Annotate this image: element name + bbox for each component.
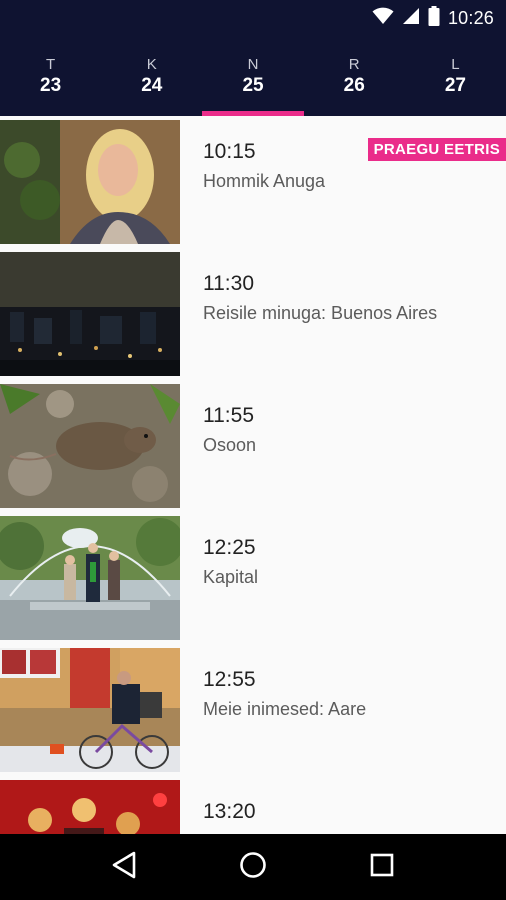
program-title: Hommik Anuga: [203, 171, 326, 191]
status-bar: 10:26: [0, 0, 506, 36]
wifi-icon: [372, 7, 394, 30]
program-title: Meie inimesed: Aare: [203, 699, 367, 719]
tab-day-weekday: R: [348, 56, 360, 73]
status-time: 10:26: [447, 7, 494, 28]
tab-day-weekday: K: [146, 56, 157, 73]
tab-day-27[interactable]: L 27: [405, 36, 506, 116]
schedule-item[interactable]: 12:25 Kapital: [0, 512, 506, 644]
system-nav-bar: [0, 834, 506, 900]
tab-day-date: 23: [40, 75, 62, 96]
tab-day-date: 25: [242, 75, 264, 96]
program-title: Reisile minuga: Buenos Aires: [203, 303, 438, 323]
schedule-list[interactable]: 10:15 Hommik Anuga PRAEGU EETRIS 11:30 R…: [0, 116, 506, 834]
tab-day-date: 26: [343, 75, 365, 96]
day-tabs: T 23 K 24 N 25 R 26 L 27: [0, 36, 506, 116]
tab-day-23[interactable]: T 23: [0, 36, 101, 116]
recents-button[interactable]: [352, 842, 412, 892]
tab-day-24[interactable]: K 24: [101, 36, 202, 116]
back-button[interactable]: [94, 842, 154, 892]
schedule-item[interactable]: 10:15 Hommik Anuga PRAEGU EETRIS: [0, 116, 506, 248]
program-time: 12:55: [203, 668, 256, 691]
home-icon: [239, 851, 267, 884]
battery-icon: [428, 5, 440, 31]
program-title: Kapital: [203, 567, 259, 587]
schedule-item[interactable]: 12:55 Meie inimesed: Aare: [0, 644, 506, 776]
program-time: 11:30: [203, 272, 254, 295]
program-thumbnail: [0, 516, 180, 640]
schedule-item[interactable]: 11:55 Osoon: [0, 380, 506, 512]
program-time: 12:25: [203, 536, 256, 559]
live-now-badge: PRAEGU EETRIS: [367, 138, 506, 161]
tab-day-weekday: N: [247, 56, 259, 73]
tab-day-26[interactable]: R 26: [304, 36, 405, 116]
recents-icon: [370, 853, 394, 882]
tab-day-weekday: T: [46, 56, 56, 73]
schedule-item[interactable]: 13:20: [0, 776, 506, 834]
cell-signal-icon: [402, 7, 420, 30]
program-time: 11:55: [203, 404, 254, 427]
schedule-item[interactable]: 11:30 Reisile minuga: Buenos Aires: [0, 248, 506, 380]
program-thumbnail: [0, 252, 180, 376]
tab-day-weekday: L: [451, 56, 460, 73]
tab-day-date: 24: [141, 75, 163, 96]
app-screen: 10:26 T 23 K 24 N 25 R 26 L 27 10:15 Hom…: [0, 0, 506, 900]
program-thumbnail: [0, 780, 180, 834]
status-icons: 10:26: [372, 5, 494, 31]
home-button[interactable]: [223, 842, 283, 892]
program-thumbnail: [0, 384, 180, 508]
tab-day-25[interactable]: N 25: [202, 36, 304, 116]
back-icon: [111, 851, 137, 884]
tab-day-date: 27: [444, 75, 466, 96]
program-time: 13:20: [203, 800, 256, 823]
program-title: Osoon: [203, 435, 257, 455]
program-time: 10:15: [203, 140, 256, 163]
program-thumbnail: [0, 648, 180, 772]
program-thumbnail: [0, 120, 180, 244]
